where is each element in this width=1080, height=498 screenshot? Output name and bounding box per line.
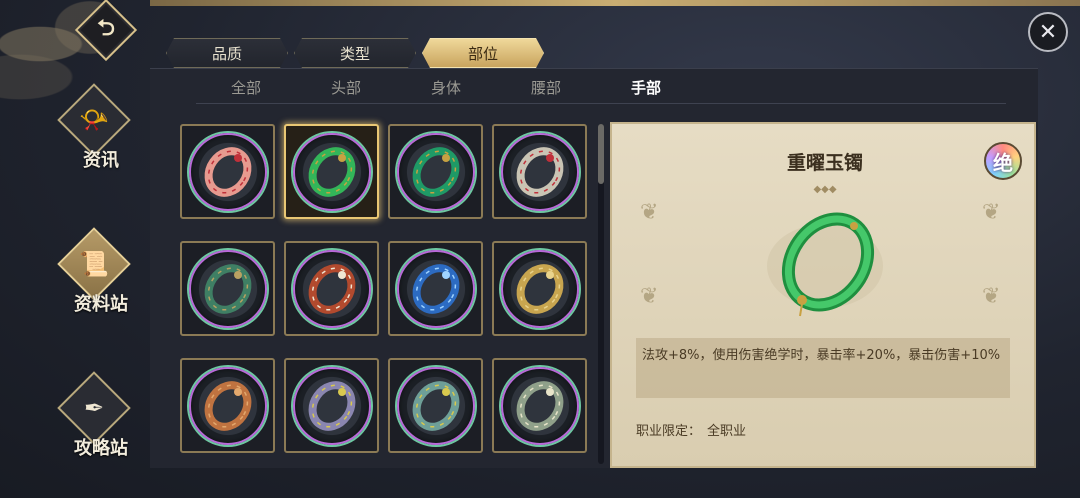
left-nav: ⮌ 📯 资讯 📜 资料站 ✒ 攻略站 xyxy=(0,0,150,498)
tab-hand[interactable]: 手部 xyxy=(596,76,696,103)
tab-quality[interactable]: 品质 xyxy=(166,38,288,68)
panel-top-edge xyxy=(150,0,1080,6)
corner-ornament-icon: ❦ xyxy=(982,284,1001,309)
tab-waist[interactable]: 腰部 xyxy=(496,76,596,103)
item-cell[interactable] xyxy=(388,358,483,453)
tab-type[interactable]: 类型 xyxy=(294,38,416,68)
filter-tabs: 品质 类型 部位 xyxy=(166,38,544,68)
jade-bracelet-icon xyxy=(767,212,883,317)
item-frame xyxy=(188,132,267,211)
teal-scale-ring-icon xyxy=(412,380,459,431)
jade-bracelet-icon xyxy=(308,146,355,197)
class-value: 全职业 xyxy=(707,424,747,439)
nav-item-label: 攻略站 xyxy=(74,438,128,459)
tab-slot[interactable]: 部位 xyxy=(422,38,544,68)
nav-item-database[interactable]: 📜 资料站 xyxy=(57,227,144,332)
corner-ornament-icon: ❦ xyxy=(640,284,659,309)
item-cell[interactable] xyxy=(180,241,275,336)
quill-icon: ✒ xyxy=(83,394,105,422)
item-cell[interactable] xyxy=(492,241,587,336)
corner-ornament-icon: ❦ xyxy=(982,200,1001,225)
tab-body[interactable]: 身体 xyxy=(396,76,496,103)
item-cell[interactable] xyxy=(284,358,379,453)
scrollbar-thumb[interactable] xyxy=(598,124,604,184)
item-cell[interactable] xyxy=(492,124,587,219)
item-detail-card: 重曜玉镯 绝 ◆◆◆ ❦ ❦ ❦ ❦ 法攻+8%，使用伤害绝学时，暴击率+20%… xyxy=(610,122,1036,468)
pearl-bracelet-icon xyxy=(308,263,355,314)
nav-item-label: 资讯 xyxy=(83,150,119,171)
item-cell[interactable] xyxy=(284,124,379,219)
item-cell[interactable] xyxy=(492,358,587,453)
back-arrow-icon[interactable]: ⮌ xyxy=(84,8,128,52)
pink-bracelet-icon xyxy=(204,146,251,197)
item-frame xyxy=(396,366,475,445)
horn-icon: 📯 xyxy=(79,106,109,134)
item-cell[interactable] xyxy=(284,241,379,336)
gold-double-ring-icon xyxy=(516,263,563,314)
item-frame xyxy=(188,249,267,328)
tab-all[interactable]: 全部 xyxy=(196,76,296,103)
item-frame xyxy=(500,132,579,211)
tab-head[interactable]: 头部 xyxy=(296,76,396,103)
nav-item-news[interactable]: 📯 资讯 xyxy=(57,83,144,188)
blue-ring-icon xyxy=(412,263,459,314)
item-frame xyxy=(292,132,371,211)
slot-tabs: 全部 头部 身体 腰部 手部 xyxy=(196,76,1006,104)
close-button[interactable]: ✕ xyxy=(1028,12,1068,52)
item-frame xyxy=(500,249,579,328)
silver-ruby-ring-icon xyxy=(516,146,563,197)
nav-item-guides[interactable]: ✒ 攻略站 xyxy=(57,371,144,476)
item-frame xyxy=(188,366,267,445)
item-cell[interactable] xyxy=(388,124,483,219)
class-label: 职业限定： xyxy=(636,424,702,439)
class-restriction: 职业限定： 全职业 xyxy=(636,420,746,439)
green-band-ring-icon xyxy=(204,263,251,314)
lavender-scale-ring-icon xyxy=(308,380,355,431)
item-description: 法攻+8%，使用伤害绝学时，暴击率+20%，暴击伤害+10% xyxy=(636,338,1010,398)
sage-scale-ring-icon xyxy=(516,380,563,431)
item-cell[interactable] xyxy=(388,241,483,336)
nav-item-label: 资料站 xyxy=(74,294,128,315)
item-cell[interactable] xyxy=(180,124,275,219)
scroll-icon: 📜 xyxy=(79,250,109,278)
close-icon[interactable]: ✕ xyxy=(1039,20,1057,45)
item-frame xyxy=(500,366,579,445)
item-cell[interactable] xyxy=(180,358,275,453)
corner-ornament-icon: ❦ xyxy=(640,200,659,225)
item-frame xyxy=(396,132,475,211)
tier-badge: 绝 xyxy=(984,142,1022,180)
item-name: 重曜玉镯 xyxy=(786,152,863,174)
item-frame xyxy=(292,366,371,445)
item-frame xyxy=(396,249,475,328)
jade-gem-ring-icon xyxy=(412,146,459,197)
item-grid xyxy=(180,124,590,464)
copper-double-ring-icon xyxy=(204,380,251,431)
title-ornament-icon: ◆◆◆ xyxy=(813,184,837,195)
item-frame xyxy=(292,249,371,328)
